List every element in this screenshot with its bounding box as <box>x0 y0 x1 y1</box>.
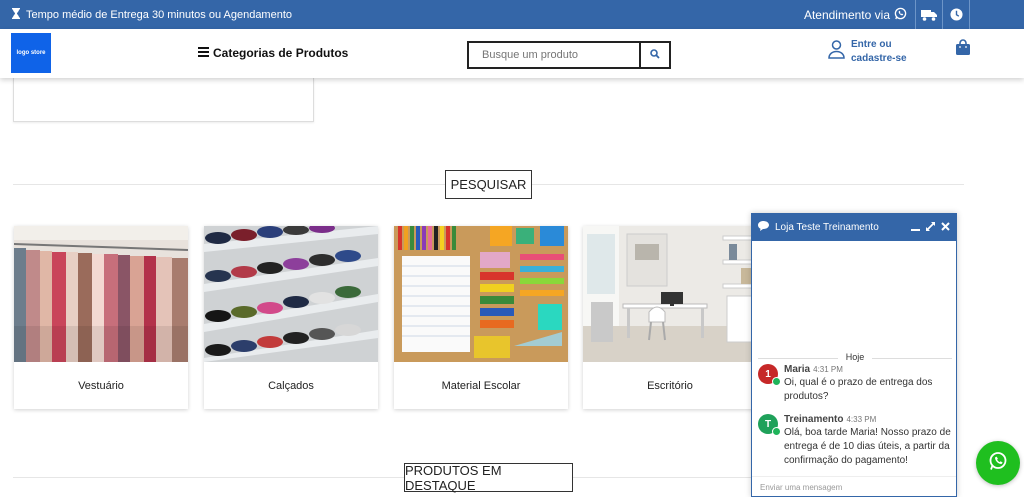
chat-header[interactable]: Loja Teste Treinamento <box>752 214 956 241</box>
category-label: Calçados <box>268 379 314 392</box>
featured-section-title: PRODUTOS EM DESTAQUE <box>404 463 573 493</box>
chat-title: Loja Teste Treinamento <box>775 222 879 233</box>
account-line1: Entre ou <box>851 39 892 50</box>
school-supplies-image <box>394 226 568 362</box>
store-logo[interactable]: logo store <box>11 33 51 73</box>
category-card-escritorio[interactable]: Escritório <box>583 226 757 409</box>
category-card-material-escolar[interactable]: Material Escolar <box>394 226 568 409</box>
categories-label: Categorias de Produtos <box>213 46 349 60</box>
message-author: Maria <box>784 364 811 375</box>
search-box <box>467 41 671 69</box>
message-author: Treinamento <box>784 414 844 425</box>
category-label: Material Escolar <box>441 379 521 392</box>
divider <box>13 477 753 478</box>
chat-day-label: Hoje <box>752 352 956 362</box>
user-icon <box>828 40 845 64</box>
category-card-calcados[interactable]: Calçados <box>204 226 378 409</box>
bag-icon[interactable] <box>955 39 971 61</box>
message-time: 4:33 PM <box>846 415 877 424</box>
attendance-whatsapp-link[interactable]: Atendimento via <box>804 7 907 23</box>
search-icon <box>650 46 660 64</box>
chat-message: 1 Maria 4:31 PM Oi, qual é o prazo de ent… <box>758 364 954 404</box>
minimize-icon[interactable] <box>911 222 920 234</box>
category-label: Vestuário <box>78 379 124 392</box>
category-card-vestuario[interactable]: Vestuário <box>14 226 188 409</box>
top-bar: Tempo médio de Entrega 30 minutos ou Age… <box>0 0 1024 29</box>
whatsapp-icon <box>988 451 1008 476</box>
chat-message-input[interactable]: Enviar uma mensagem <box>752 476 956 496</box>
expand-icon[interactable] <box>926 221 935 234</box>
delivery-text: Tempo médio de Entrega 30 minutos ou Age… <box>26 9 293 21</box>
truck-icon[interactable] <box>916 0 942 29</box>
avatar: 1 <box>758 364 781 386</box>
whatsapp-icon <box>894 7 907 23</box>
clothing-rack-image <box>14 226 188 362</box>
search-input[interactable] <box>469 43 640 67</box>
message-time: 4:31 PM <box>813 365 843 374</box>
account-line2: cadastre-se <box>851 53 907 64</box>
close-icon[interactable] <box>941 221 950 234</box>
delivery-info: Tempo médio de Entrega 30 minutos ou Age… <box>12 8 292 22</box>
shoes-shelf-image <box>204 226 378 362</box>
categories-menu-button[interactable]: Categorias de Produtos <box>198 46 348 60</box>
whatsapp-float-button[interactable] <box>976 441 1020 485</box>
chat-bubble-icon <box>758 221 769 234</box>
avatar: T <box>758 414 781 436</box>
search-section-title: PESQUISAR <box>445 170 532 199</box>
category-label: Escritório <box>647 379 693 392</box>
message-text: Olá, boa tarde Maria! Nosso prazo de ent… <box>784 427 951 466</box>
clock-icon[interactable] <box>943 0 969 29</box>
previous-card <box>13 78 314 122</box>
chat-widget: Loja Teste Treinamento Hoje 1 Maria 4:31 … <box>751 213 957 497</box>
chat-message: T Treinamento 4:33 PM Olá, boa tarde Mari… <box>758 414 954 468</box>
site-header: logo store Categorias de Produtos Entre … <box>0 29 1024 78</box>
message-text: Oi, qual é o prazo de entrega dos produt… <box>784 377 933 402</box>
office-room-image <box>583 226 757 362</box>
menu-icon <box>198 46 209 60</box>
account-link[interactable]: Entre ou cadastre-se <box>828 38 907 66</box>
attendance-text: Atendimento via <box>803 7 890 22</box>
hourglass-icon <box>12 8 20 22</box>
search-button[interactable] <box>639 43 669 67</box>
